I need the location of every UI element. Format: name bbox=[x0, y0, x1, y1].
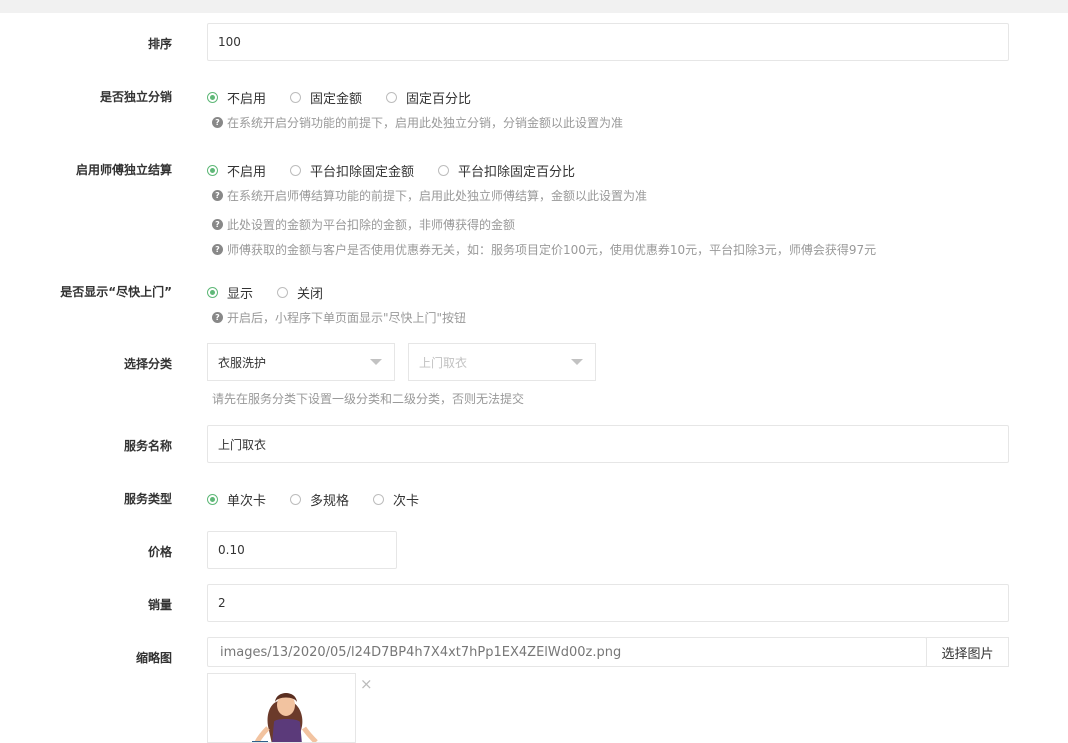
radio-unchecked-icon bbox=[290, 92, 302, 103]
distribution-option-fixed-amount[interactable]: 固定金额 bbox=[290, 88, 362, 107]
option-label: 平台扣除固定百分比 bbox=[458, 165, 576, 180]
category-first-select[interactable]: 衣服洗护 bbox=[207, 343, 395, 381]
caret-down-icon bbox=[370, 359, 382, 365]
price-label: 价格 bbox=[147, 545, 172, 559]
option-label: 固定百分比 bbox=[406, 92, 472, 107]
settlement-help-1: ? 在系统开启师傅结算功能的前提下，启用此处独立师傅结算，金额以此设置为准 bbox=[212, 187, 647, 204]
radio-unchecked-icon bbox=[373, 494, 385, 505]
distribution-label: 是否独立分销 bbox=[99, 90, 172, 104]
sort-label: 排序 bbox=[147, 37, 172, 51]
option-label: 多规格 bbox=[310, 494, 350, 509]
option-label: 不启用 bbox=[227, 92, 267, 107]
question-circle-icon: ? bbox=[212, 312, 223, 323]
question-circle-icon: ? bbox=[212, 244, 223, 255]
caret-down-icon bbox=[571, 359, 583, 365]
thumbnail-label: 缩略图 bbox=[135, 651, 172, 665]
settlement-help-3: ? 师傅获取的金额与客户是否使用优惠券无关，如：服务项目定价100元，使用优惠券… bbox=[212, 241, 876, 258]
option-label: 平台扣除固定金额 bbox=[310, 165, 415, 180]
distribution-radio-group: 不启用 固定金额 固定百分比 bbox=[207, 88, 495, 107]
radio-checked-icon bbox=[207, 494, 218, 505]
question-circle-icon: ? bbox=[212, 190, 223, 201]
service-type-option-multi-spec[interactable]: 多规格 bbox=[290, 490, 349, 509]
thumbnail-preview bbox=[207, 673, 356, 743]
category-help: 请先在服务分类下设置一级分类和二级分类，否则无法提交 bbox=[212, 392, 525, 406]
show-asap-option-close[interactable]: 关闭 bbox=[277, 283, 323, 302]
help-text: 开启后，小程序下单页面显示"尽快上门"按钮 bbox=[227, 311, 467, 325]
select-value: 上门取衣 bbox=[419, 355, 468, 370]
option-label: 显示 bbox=[227, 287, 254, 302]
choose-image-button[interactable]: 选择图片 bbox=[926, 637, 1009, 667]
radio-checked-icon bbox=[207, 287, 218, 298]
settlement-option-fixed-percent[interactable]: 平台扣除固定百分比 bbox=[438, 161, 575, 180]
radio-unchecked-icon bbox=[438, 165, 450, 176]
price-input[interactable]: 0.10 bbox=[207, 531, 397, 569]
radio-checked-icon bbox=[207, 165, 218, 176]
option-label: 关闭 bbox=[297, 287, 324, 302]
service-type-option-single[interactable]: 单次卡 bbox=[207, 490, 266, 509]
radio-unchecked-icon bbox=[386, 92, 398, 103]
service-name-input[interactable]: 上门取衣 bbox=[207, 425, 1009, 463]
radio-unchecked-icon bbox=[277, 287, 289, 298]
distribution-option-disabled[interactable]: 不启用 bbox=[207, 88, 266, 107]
show-asap-label: 是否显示“尽快上门” bbox=[60, 285, 172, 299]
radio-checked-icon bbox=[207, 92, 218, 103]
help-text: 师傅获取的金额与客户是否使用优惠券无关，如：服务项目定价100元，使用优惠券10… bbox=[227, 243, 877, 257]
service-name-label: 服务名称 bbox=[123, 439, 172, 453]
sort-input[interactable]: 100 bbox=[207, 23, 1009, 61]
settlement-help-2: ? 此处设置的金额为平台扣除的金额，非师傅获得的金额 bbox=[212, 216, 515, 233]
show-asap-help: ? 开启后，小程序下单页面显示"尽快上门"按钮 bbox=[212, 309, 466, 326]
show-asap-radio-group: 显示 关闭 bbox=[207, 283, 347, 302]
question-circle-icon: ? bbox=[212, 219, 223, 230]
show-asap-option-show[interactable]: 显示 bbox=[207, 283, 253, 302]
thumbnail-path-input[interactable]: images/13/2020/05/l24D7BP4h7X4xt7hPp1EX4… bbox=[207, 637, 927, 667]
service-type-radio-group: 单次卡 多规格 次卡 bbox=[207, 490, 443, 509]
category-label: 选择分类 bbox=[123, 357, 172, 371]
help-text: 在系统开启分销功能的前提下，启用此处独立分销，分销金额以此设置为准 bbox=[227, 116, 624, 130]
sales-label: 销量 bbox=[147, 598, 172, 612]
distribution-option-fixed-percent[interactable]: 固定百分比 bbox=[386, 88, 471, 107]
question-circle-icon: ? bbox=[212, 117, 223, 128]
option-label: 单次卡 bbox=[227, 494, 267, 509]
master-settlement-label: 启用师傅独立结算 bbox=[75, 163, 172, 177]
sales-input[interactable]: 2 bbox=[207, 584, 1009, 622]
help-text: 在系统开启师傅结算功能的前提下，启用此处独立师傅结算，金额以此设置为准 bbox=[227, 189, 648, 203]
top-bar bbox=[0, 0, 1068, 13]
settlement-option-disabled[interactable]: 不启用 bbox=[207, 161, 266, 180]
service-type-option-times-card[interactable]: 次卡 bbox=[373, 490, 419, 509]
option-label: 不启用 bbox=[227, 165, 267, 180]
radio-unchecked-icon bbox=[290, 165, 302, 176]
category-second-select[interactable]: 上门取衣 bbox=[408, 343, 596, 381]
help-text: 此处设置的金额为平台扣除的金额，非师傅获得的金额 bbox=[227, 218, 516, 232]
option-label: 次卡 bbox=[393, 494, 420, 509]
option-label: 固定金额 bbox=[310, 92, 363, 107]
remove-image-icon[interactable]: × bbox=[360, 675, 373, 693]
select-value: 衣服洗护 bbox=[218, 355, 267, 370]
settlement-option-fixed-amount[interactable]: 平台扣除固定金额 bbox=[290, 161, 414, 180]
service-type-label: 服务类型 bbox=[123, 492, 172, 506]
thumbnail-image bbox=[252, 693, 318, 742]
master-settlement-radio-group: 不启用 平台扣除固定金额 平台扣除固定百分比 bbox=[207, 161, 599, 180]
distribution-help: ? 在系统开启分销功能的前提下，启用此处独立分销，分销金额以此设置为准 bbox=[212, 114, 623, 131]
radio-unchecked-icon bbox=[290, 494, 302, 505]
